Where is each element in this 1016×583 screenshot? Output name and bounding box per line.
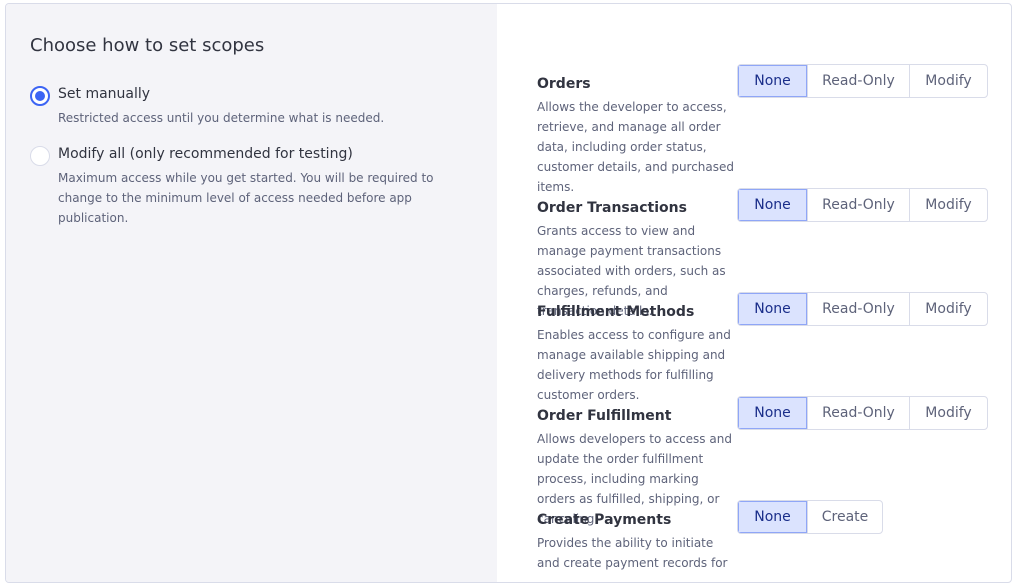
option-create-button[interactable]: Create bbox=[807, 501, 882, 533]
radio-label: Modify all (only recommended for testing… bbox=[58, 146, 353, 162]
panel-title: Choose how to set scopes bbox=[30, 35, 265, 56]
radio-checked-icon[interactable] bbox=[30, 86, 50, 106]
scope-description: Enables access to configure and manage a… bbox=[537, 328, 731, 402]
option-none-button[interactable]: None bbox=[738, 65, 807, 97]
scope-method-panel: Choose how to set scopes Set manually Re… bbox=[6, 4, 497, 582]
scope-title: Orders bbox=[537, 76, 591, 92]
option-modify-button[interactable]: Modify bbox=[909, 397, 987, 429]
option-none-button[interactable]: None bbox=[738, 293, 807, 325]
scope-access-selector: None Read-Only Modify bbox=[737, 188, 988, 222]
scopes-card: Choose how to set scopes Set manually Re… bbox=[5, 3, 1012, 583]
scope-access-selector: None Read-Only Modify bbox=[737, 64, 988, 98]
scope-title: Order Transactions bbox=[537, 200, 687, 216]
option-modify-button[interactable]: Modify bbox=[909, 65, 987, 97]
scope-description: Provides the ability to initiate and cre… bbox=[537, 536, 728, 570]
option-modify-button[interactable]: Modify bbox=[909, 189, 987, 221]
scope-description: Allows the developer to access, retrieve… bbox=[537, 100, 735, 194]
radio-description: Maximum access while you get started. Yo… bbox=[58, 171, 434, 225]
scope-access-selector: None Create bbox=[737, 500, 883, 534]
radio-label: Set manually bbox=[58, 86, 151, 102]
scope-title: Fulfillment Methods bbox=[537, 304, 695, 320]
option-modify-button[interactable]: Modify bbox=[909, 293, 987, 325]
option-none-button[interactable]: None bbox=[738, 501, 807, 533]
radio-unchecked-icon[interactable] bbox=[30, 146, 50, 166]
scope-access-selector: None Read-Only Modify bbox=[737, 292, 988, 326]
option-read-only-button[interactable]: Read-Only bbox=[807, 65, 909, 97]
scope-access-selector: None Read-Only Modify bbox=[737, 396, 988, 430]
scope-title: Order Fulfillment bbox=[537, 408, 672, 424]
scope-title: Create Payments bbox=[537, 512, 672, 528]
radio-description: Restricted access until you determine wh… bbox=[58, 111, 385, 125]
option-read-only-button[interactable]: Read-Only bbox=[807, 293, 909, 325]
option-none-button[interactable]: None bbox=[738, 189, 807, 221]
option-read-only-button[interactable]: Read-Only bbox=[807, 397, 909, 429]
option-none-button[interactable]: None bbox=[738, 397, 807, 429]
option-read-only-button[interactable]: Read-Only bbox=[807, 189, 909, 221]
